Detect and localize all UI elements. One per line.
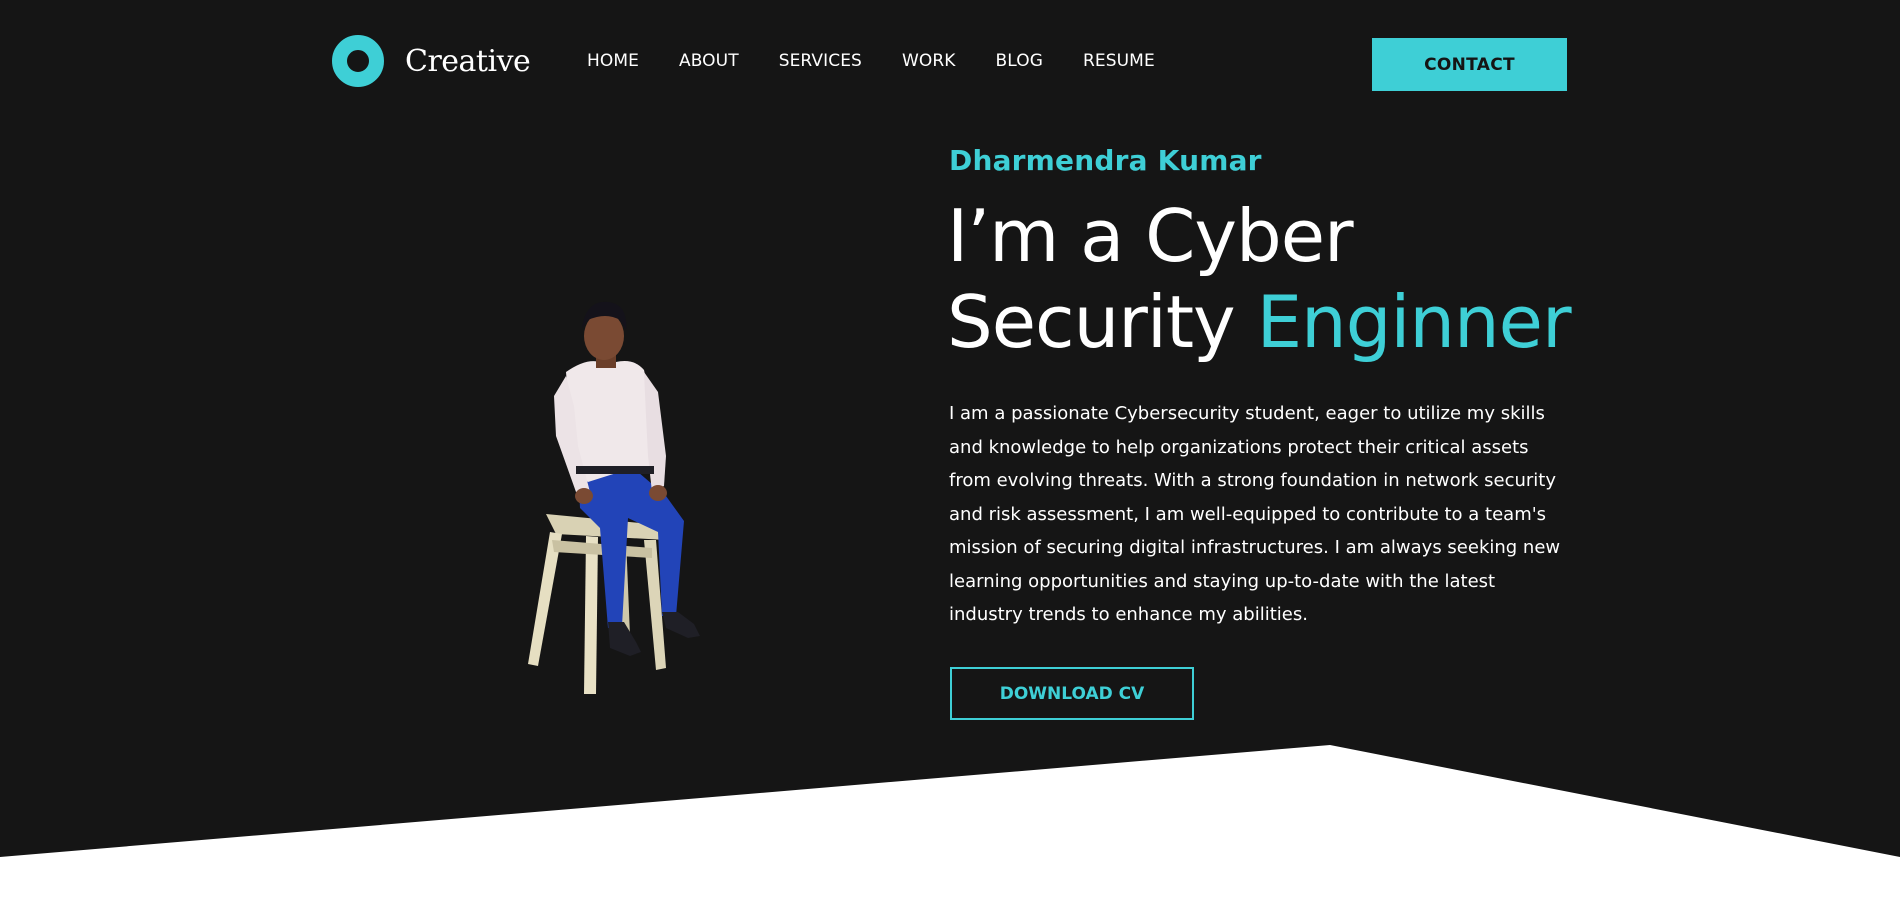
- nav-item-resume[interactable]: RESUME: [1083, 51, 1155, 71]
- nav-item-services[interactable]: SERVICES: [779, 51, 862, 71]
- nav-item-home[interactable]: HOME: [587, 51, 639, 71]
- contact-button[interactable]: CONTACT: [1372, 38, 1567, 91]
- nav-item-about[interactable]: ABOUT: [679, 51, 739, 71]
- download-cv-button[interactable]: DOWNLOAD CV: [950, 667, 1194, 720]
- hero-title-line1: I’m a Cyber: [947, 194, 1354, 278]
- hero-title-accent: Enginner: [1256, 280, 1572, 364]
- hero-name: Dharmendra Kumar: [949, 144, 1262, 177]
- hero-title-line2-plain: Security: [947, 280, 1236, 364]
- portrait-photo: [528, 301, 700, 694]
- nav-item-work[interactable]: WORK: [902, 51, 956, 71]
- hero-title: I’m a Cyber Security Enginner: [947, 193, 1587, 365]
- site-header: Creative HOME ABOUT SERVICES WORK BLOG R…: [0, 0, 1900, 130]
- main-nav: HOME ABOUT SERVICES WORK BLOG RESUME: [587, 51, 1195, 71]
- head-illustration: [582, 301, 627, 368]
- nav-item-blog[interactable]: BLOG: [996, 51, 1043, 71]
- logo-text: Creative: [405, 43, 531, 79]
- stool-illustration: [528, 514, 666, 694]
- hero-description: I am a passionate Cybersecurity student,…: [949, 403, 1561, 625]
- ring-logo-icon: [332, 35, 384, 87]
- logo[interactable]: Creative: [332, 35, 531, 87]
